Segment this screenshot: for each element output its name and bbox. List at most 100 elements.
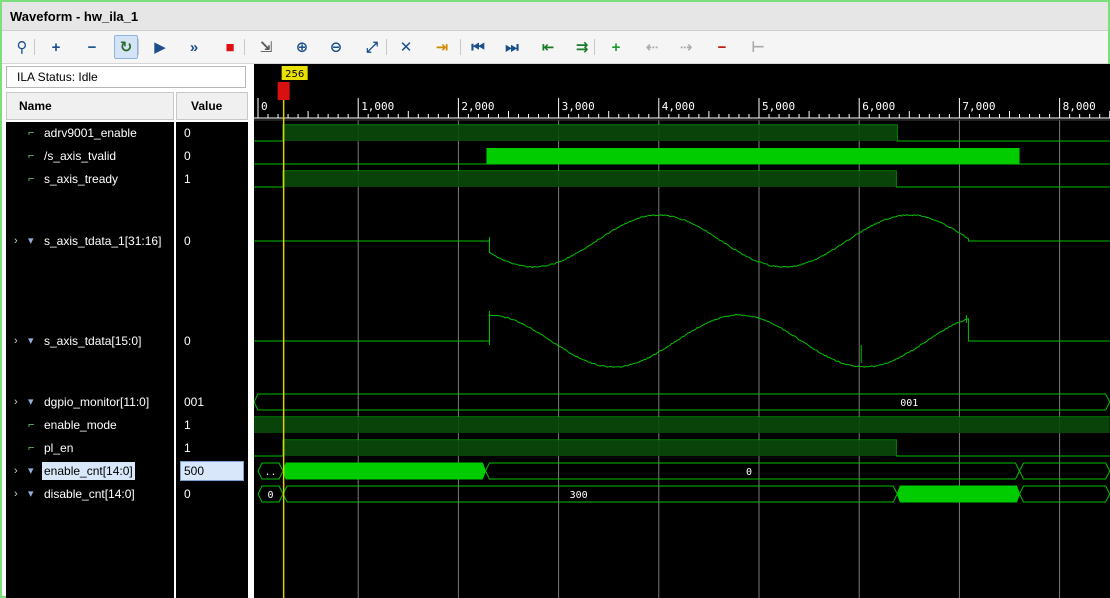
export-icon: ⇲ [260, 38, 273, 56]
ruler-tick-label: 8,000 [1063, 100, 1096, 113]
analog-waveform[interactable] [254, 215, 1110, 268]
trigger-marker-icon[interactable] [278, 82, 290, 100]
bus-value-segment[interactable] [1020, 463, 1110, 479]
toolbar-separator [244, 39, 245, 55]
signal-value[interactable]: 0 [176, 122, 248, 144]
bus-value-label: 001 [900, 398, 918, 409]
prev-marker-icon: ⇠ [646, 38, 659, 56]
bus-signal-icon: ▾ [28, 230, 34, 252]
play-icon: ▶ [154, 38, 166, 56]
title-bar: Waveform - hw_ila_1 [2, 2, 1108, 31]
expand-chevron-icon[interactable]: › [14, 330, 18, 352]
expand-chevron-icon[interactable]: › [14, 230, 18, 252]
cursor-button[interactable]: ✕ [394, 35, 418, 59]
value-column-header[interactable]: Value [176, 92, 248, 120]
signal-name: pl_en [44, 437, 73, 459]
expand-chevron-icon[interactable]: › [14, 483, 18, 505]
bus-value-segment[interactable] [283, 486, 897, 502]
remove-button[interactable]: − [80, 35, 104, 59]
bus-signal-icon: ▾ [28, 330, 34, 352]
ruler-tick-label: 4,000 [662, 100, 695, 113]
expand-chevron-icon[interactable]: › [14, 460, 18, 482]
ila-status: ILA Status: Idle [6, 66, 246, 88]
bus-value-segment[interactable] [1020, 486, 1110, 502]
waveform-svg[interactable]: 0 1,000 2,000 3,000 4,000 5,000 6,000 7,000 8,00… [254, 64, 1110, 598]
bus-signal-icon: ▾ [28, 391, 34, 413]
swap-cursors-button[interactable]: ⊢ [746, 35, 770, 59]
signal-value[interactable]: 0 [176, 230, 248, 252]
bus-dense-segment[interactable] [897, 486, 1019, 502]
add-marker-button[interactable]: + [604, 35, 628, 59]
signal-value[interactable]: 0 [176, 145, 248, 167]
stop-trigger-button[interactable]: ■ [218, 35, 242, 59]
signal-name: s_axis_tdata[15:0] [44, 330, 141, 352]
signal-name: s_axis_tready [44, 168, 118, 190]
signal-row-5[interactable]: › ▾ dgpio_monitor[11:0] [6, 391, 174, 413]
signal-name: disable_cnt[14:0] [44, 483, 135, 505]
bus-value-segment[interactable] [485, 463, 1019, 479]
cursor-icon: ✕ [400, 38, 413, 56]
go-to-start-button[interactable]: ⏮ [466, 35, 490, 59]
signal-row-1[interactable]: ⌐ /s_axis_tvalid [6, 145, 174, 167]
go-to-start-icon: ⏮ [471, 39, 485, 56]
analog-waveform[interactable] [254, 315, 1110, 368]
signal-value[interactable]: 1 [176, 437, 248, 459]
zoom-in-icon: ⊕ [296, 38, 309, 56]
bus-signal-icon: ▾ [28, 483, 34, 505]
bus-dense-segment[interactable] [283, 463, 485, 479]
signal-value[interactable]: 1 [176, 168, 248, 190]
export-button[interactable]: ⇲ [254, 35, 278, 59]
signal-row-0[interactable]: ⌐ adrv9001_enable [6, 122, 174, 144]
signal-value[interactable]: 500 [180, 461, 244, 481]
signal-value[interactable]: 0 [176, 330, 248, 352]
bit-signal-icon: ⌐ [28, 168, 34, 190]
expand-chevron-icon[interactable]: › [14, 391, 18, 413]
high-level-fill [283, 125, 897, 141]
window-title: Waveform - hw_ila_1 [10, 9, 138, 24]
ruler-tick-label: 3,000 [562, 100, 595, 113]
signal-row-7[interactable]: ⌐ pl_en [6, 437, 174, 459]
stop-icon: ■ [225, 39, 234, 56]
run-trigger-button[interactable]: ▶ [148, 35, 172, 59]
zoom-out-button[interactable]: ⊖ [324, 35, 348, 59]
waveform-canvas[interactable]: 0 1,000 2,000 3,000 4,000 5,000 6,000 7,000 8,00… [254, 64, 1110, 598]
signal-name: /s_axis_tvalid [44, 145, 116, 167]
go-to-end-icon: ⏭ [505, 39, 519, 56]
run-immediate-button[interactable]: » [182, 35, 206, 59]
signal-row-8[interactable]: › ▾ enable_cnt[14:0] [6, 460, 174, 482]
add-marker-icon: + [612, 39, 621, 56]
tvalid-active-block[interactable] [486, 148, 1019, 164]
signal-value[interactable]: 0 [176, 483, 248, 505]
next-marker-button[interactable]: ⇢ [674, 35, 698, 59]
auto-retrigger-button[interactable]: ↻ [114, 35, 138, 59]
bus-value-label: 0 [268, 490, 274, 501]
signal-row-4[interactable]: › ▾ s_axis_tdata[15:0] [6, 330, 174, 352]
bit-signal-icon: ⌐ [28, 437, 34, 459]
add-button[interactable]: + [44, 35, 68, 59]
fast-forward-icon: » [190, 39, 198, 56]
toolbar-separator [386, 39, 387, 55]
signal-row-9[interactable]: › ▾ disable_cnt[14:0] [6, 483, 174, 505]
search-button[interactable]: ⚲ [10, 35, 34, 59]
column-splitter[interactable] [174, 92, 176, 598]
go-to-end-button[interactable]: ⏭ [500, 35, 524, 59]
plus-icon: + [52, 39, 61, 56]
signal-row-2[interactable]: ⌐ s_axis_tready [6, 168, 174, 190]
toolbar-separator [594, 39, 595, 55]
signal-row-6[interactable]: ⌐ enable_mode [6, 414, 174, 436]
delete-marker-button[interactable]: − [710, 35, 734, 59]
high-level-fill [254, 417, 1110, 433]
ruler-tick-label: 1,000 [361, 100, 394, 113]
prev-transition-button[interactable]: ⇤ [536, 35, 560, 59]
signal-row-3[interactable]: › ▾ s_axis_tdata_1[31:16] [6, 230, 174, 252]
next-transition-button[interactable]: ⇉ [570, 35, 594, 59]
zoom-fit-button[interactable]: ⤢ [360, 35, 384, 59]
go-to-cursor-button[interactable]: ⇥ [430, 35, 454, 59]
ruler-tick-label: 0 [261, 100, 268, 113]
bus-value-segment[interactable] [254, 394, 1110, 410]
signal-value[interactable]: 1 [176, 414, 248, 436]
prev-marker-button[interactable]: ⇠ [640, 35, 664, 59]
name-column-header[interactable]: Name [6, 92, 174, 120]
signal-value[interactable]: 001 [176, 391, 248, 413]
zoom-in-button[interactable]: ⊕ [290, 35, 314, 59]
